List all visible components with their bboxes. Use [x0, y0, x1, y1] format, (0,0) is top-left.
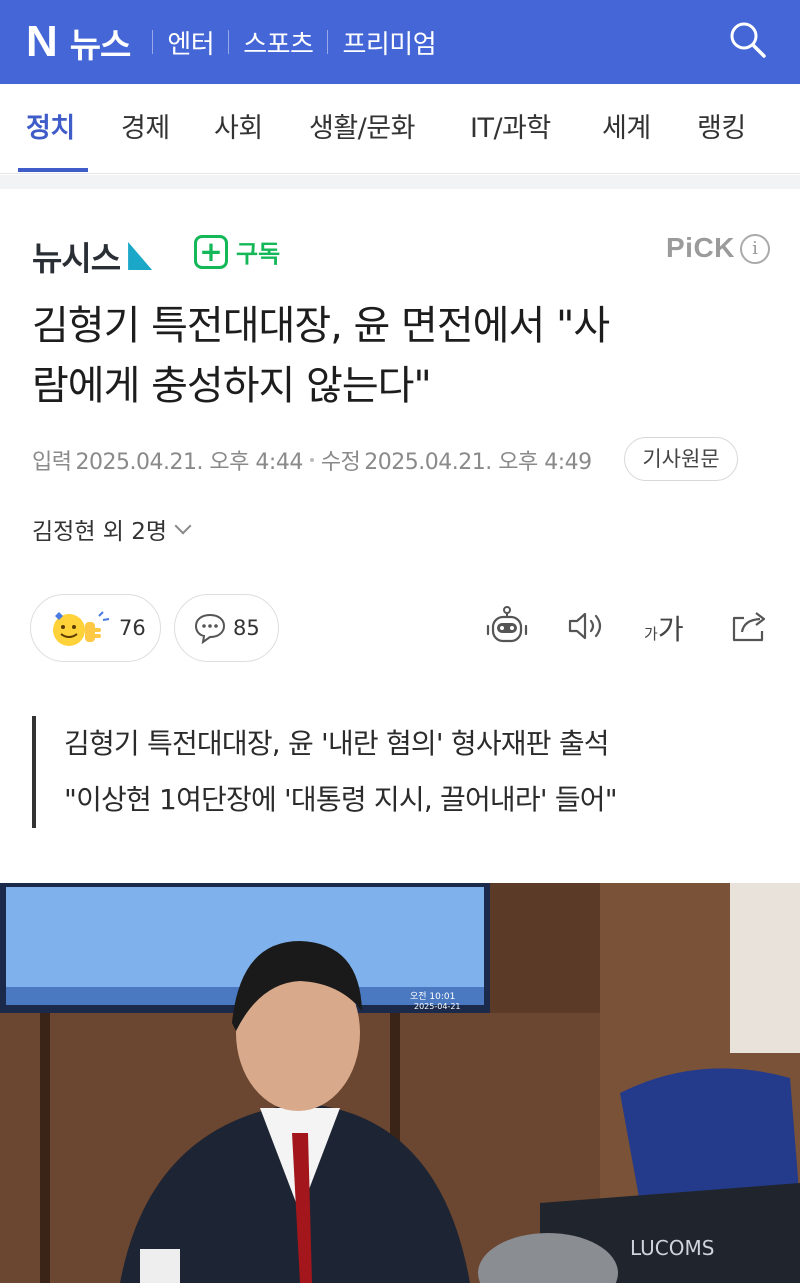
original-article-button[interactable]: 기사원문 [624, 437, 738, 481]
headline-line: 람에게 충성하지 않는다" [32, 363, 432, 409]
font-size-large-label: 가 [657, 613, 684, 646]
speaker-icon [568, 612, 602, 640]
menu-divider [228, 30, 230, 54]
font-size-small-label: 가 [644, 625, 658, 643]
menu-divider [152, 30, 154, 54]
reporter-name: 김정현 외 2명 [32, 519, 168, 545]
summary-line: "이상현 1여단장에 '대통령 지시, 끌어내라' 들어" [64, 783, 618, 816]
tab-society[interactable]: 사회 [214, 84, 263, 174]
plus-icon: + [194, 234, 228, 269]
article-headline: 김형기 특전대대장, 윤 면전에서 "사 람에게 충성하지 않는다" [32, 296, 772, 416]
input-label: 입력 [32, 450, 72, 475]
share-icon [732, 612, 766, 642]
comment-icon [194, 613, 226, 645]
text-to-speech-button[interactable] [564, 604, 608, 648]
news-logo-label[interactable]: 뉴스 [70, 18, 132, 67]
search-button[interactable] [726, 18, 770, 62]
press-name: 뉴시스 [32, 239, 121, 278]
active-tab-indicator [18, 168, 88, 172]
article-photo[interactable]: 오전 10:01 2025-04-21 LUCOMS [0, 883, 800, 1283]
tab-world[interactable]: 세계 [602, 84, 651, 174]
robot-icon [486, 606, 528, 643]
pick-badge: PiCK [666, 232, 735, 263]
monitor-brand-label: LUCOMS [630, 1236, 714, 1260]
modified-time: 2025.04.21. 오후 4:49 [364, 450, 592, 475]
chevron-down-icon [174, 517, 192, 535]
font-size-button[interactable]: 가가 [644, 608, 684, 648]
like-emoji-icon [53, 611, 110, 646]
menu-divider [327, 30, 329, 54]
tab-politics[interactable]: 정치 [26, 84, 75, 174]
press-logo-mark-icon [128, 242, 153, 270]
summary-bot-button[interactable] [485, 604, 529, 648]
subscribe-button[interactable]: + 구독 [194, 234, 280, 269]
naver-logo[interactable]: N [26, 20, 58, 64]
comment-button[interactable]: 85 [174, 594, 279, 662]
summary-line: 김형기 특전대대장, 윤 '내란 혐의' 형사재판 출석 [64, 727, 610, 760]
meta-separator [309, 458, 314, 462]
article-summary: 김형기 특전대대장, 윤 '내란 혐의' 형사재판 출석 "이상현 1여단장에 … [32, 716, 772, 828]
reaction-count: 76 [119, 616, 146, 640]
input-time: 2025.04.21. 오후 4:44 [75, 450, 303, 475]
modified-label: 수정 [320, 450, 361, 475]
top-bar: N 뉴스 엔터 스포츠 프리미엄 [0, 0, 800, 84]
info-icon[interactable]: i [740, 234, 770, 264]
section-divider [0, 175, 800, 189]
press-logo[interactable]: 뉴시스 [32, 232, 153, 280]
top-menu-sports[interactable]: 스포츠 [243, 24, 314, 61]
headline-line: 김형기 특전대대장, 윤 면전에서 "사 [32, 303, 610, 349]
article-meta: 입력 2025.04.21. 오후 4:44 수정 2025.04.21. 오후… [32, 444, 592, 476]
search-icon [730, 22, 766, 58]
comment-count: 85 [233, 616, 260, 640]
top-menu-premium[interactable]: 프리미엄 [342, 24, 436, 61]
subscribe-label: 구독 [236, 240, 281, 268]
tab-life-culture[interactable]: 생활/문화 [309, 84, 415, 174]
tab-ranking[interactable]: 랭킹 [697, 84, 746, 174]
tab-it-science[interactable]: IT/과학 [470, 84, 551, 174]
category-tabs: 정치 경제 사회 생활/문화 IT/과학 세계 랭킹 [0, 84, 800, 174]
tab-economy[interactable]: 경제 [121, 84, 170, 174]
screen-date-label: 2025-04-21 [414, 1002, 461, 1011]
courtroom-photo-image: 오전 10:01 2025-04-21 LUCOMS [0, 883, 800, 1283]
reporter-dropdown[interactable]: 김정현 외 2명 [32, 512, 192, 546]
screen-time-label: 오전 10:01 [410, 991, 455, 1002]
share-button[interactable] [728, 604, 772, 648]
top-menu-entertainment[interactable]: 엔터 [167, 24, 214, 61]
reaction-button[interactable]: 76 [30, 594, 161, 662]
